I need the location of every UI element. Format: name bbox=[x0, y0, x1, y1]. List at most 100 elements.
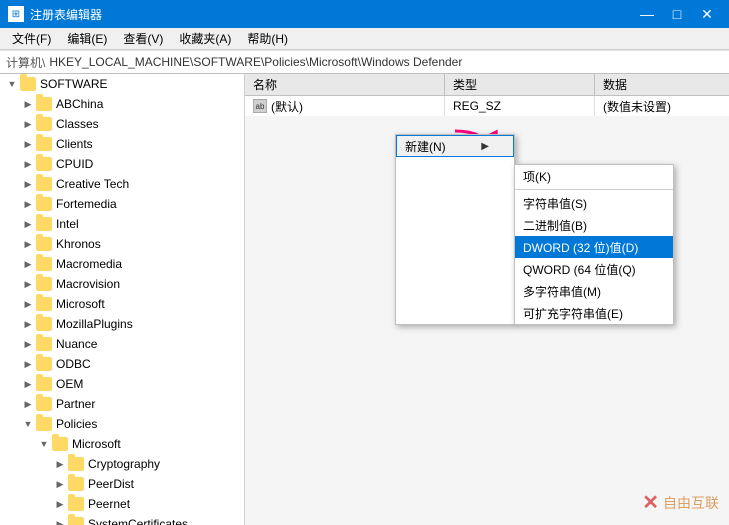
column-header-data: 数据 bbox=[595, 74, 729, 95]
tree-label: Partner bbox=[56, 397, 95, 411]
cm-item-multistring[interactable]: 多字符串值(M) bbox=[515, 280, 673, 302]
expand-icon: ▼ bbox=[4, 76, 20, 92]
tree-panel[interactable]: ▼ SOFTWARE ▶ ABChina ▶ Classes ▶ Clients… bbox=[0, 74, 245, 525]
tree-item-fortemedia[interactable]: ▶ Fortemedia bbox=[0, 194, 244, 214]
tree-item-policies[interactable]: ▼ Policies bbox=[0, 414, 244, 434]
tree-item-cryptography[interactable]: ▶ Cryptography bbox=[0, 454, 244, 474]
column-header-name: 名称 bbox=[245, 74, 445, 95]
tree-label: Policies bbox=[56, 417, 97, 431]
main-container: ▼ SOFTWARE ▶ ABChina ▶ Classes ▶ Clients… bbox=[0, 74, 729, 525]
cm-item-dword[interactable]: DWORD (32 位)值(D) bbox=[515, 236, 673, 258]
expand-icon: ▶ bbox=[52, 496, 68, 512]
tree-item-intel[interactable]: ▶ Intel bbox=[0, 214, 244, 234]
tree-label: Clients bbox=[56, 137, 93, 151]
tree-label: Macromedia bbox=[56, 257, 122, 271]
folder-icon bbox=[36, 177, 52, 191]
tree-item-microsoft[interactable]: ▶ Microsoft bbox=[0, 294, 244, 314]
tree-item-odbc[interactable]: ▶ ODBC bbox=[0, 354, 244, 374]
cm-item-qword[interactable]: QWORD (64 位值(Q) bbox=[515, 258, 673, 280]
tree-label: Cryptography bbox=[88, 457, 160, 471]
minimize-button[interactable]: — bbox=[633, 0, 661, 28]
address-path: HKEY_LOCAL_MACHINE\SOFTWARE\Policies\Mic… bbox=[49, 55, 462, 69]
cm-label: 多字符串值(M) bbox=[523, 283, 601, 300]
menu-file[interactable]: 文件(F) bbox=[4, 28, 59, 49]
menu-bar: 文件(F) 编辑(E) 查看(V) 收藏夹(A) 帮助(H) bbox=[0, 28, 729, 50]
tree-label: Khronos bbox=[56, 237, 101, 251]
cm-label: QWORD (64 位值(Q) bbox=[523, 261, 636, 278]
tree-item-khronos[interactable]: ▶ Khronos bbox=[0, 234, 244, 254]
tree-item-clients[interactable]: ▶ Clients bbox=[0, 134, 244, 154]
tree-label: SOFTWARE bbox=[40, 77, 108, 91]
cm-label: 可扩充字符串值(E) bbox=[523, 305, 623, 322]
folder-icon bbox=[36, 137, 52, 151]
tree-label: Microsoft bbox=[56, 297, 105, 311]
expand-icon: ▶ bbox=[52, 456, 68, 472]
tree-item-macrovision[interactable]: ▶ Macrovision bbox=[0, 274, 244, 294]
column-header-type: 类型 bbox=[445, 74, 595, 95]
tree-item-software[interactable]: ▼ SOFTWARE bbox=[0, 74, 244, 94]
expand-icon: ▶ bbox=[20, 236, 36, 252]
expand-icon: ▶ bbox=[20, 136, 36, 152]
expand-icon: ▶ bbox=[20, 276, 36, 292]
tree-item-classes[interactable]: ▶ Classes bbox=[0, 114, 244, 134]
folder-icon bbox=[36, 217, 52, 231]
menu-edit[interactable]: 编辑(E) bbox=[59, 28, 115, 49]
expand-icon: ▶ bbox=[20, 176, 36, 192]
expand-icon: ▶ bbox=[20, 316, 36, 332]
folder-icon bbox=[36, 417, 52, 431]
tree-label: MozillaPlugins bbox=[56, 317, 133, 331]
app-icon: ⊞ bbox=[8, 6, 24, 22]
context-menu-level1: 新建(N) ▶ bbox=[395, 134, 515, 325]
expand-icon: ▼ bbox=[36, 436, 52, 452]
expand-icon: ▶ bbox=[20, 156, 36, 172]
tree-item-nuance[interactable]: ▶ Nuance bbox=[0, 334, 244, 354]
tree-label: OEM bbox=[56, 377, 83, 391]
tree-item-macromedia[interactable]: ▶ Macromedia bbox=[0, 254, 244, 274]
table-row[interactable]: ab (默认) REG_SZ (数值未设置) bbox=[245, 96, 729, 116]
maximize-button[interactable]: □ bbox=[663, 0, 691, 28]
expand-icon: ▶ bbox=[20, 256, 36, 272]
cm-item-string[interactable]: 字符串值(S) bbox=[515, 192, 673, 214]
expand-icon: ▶ bbox=[20, 376, 36, 392]
cm-label: 二进制值(B) bbox=[523, 217, 587, 234]
folder-icon bbox=[36, 377, 52, 391]
cell-data: (数值未设置) bbox=[595, 96, 729, 116]
tree-item-peerdist[interactable]: ▶ PeerDist bbox=[0, 474, 244, 494]
tree-item-systemcerts[interactable]: ▶ SystemCertificates bbox=[0, 514, 244, 525]
folder-icon bbox=[36, 117, 52, 131]
tree-item-partner[interactable]: ▶ Partner bbox=[0, 394, 244, 414]
title-bar: ⊞ 注册表编辑器 — □ ✕ bbox=[0, 0, 729, 28]
expand-icon: ▶ bbox=[52, 476, 68, 492]
menu-view[interactable]: 查看(V) bbox=[115, 28, 171, 49]
folder-icon bbox=[36, 357, 52, 371]
context-menu-new-item[interactable]: 新建(N) ▶ bbox=[396, 135, 514, 157]
cell-name-text: (默认) bbox=[271, 98, 303, 115]
tree-item-cpuid[interactable]: ▶ CPUID bbox=[0, 154, 244, 174]
menu-help[interactable]: 帮助(H) bbox=[239, 28, 296, 49]
expand-icon: ▶ bbox=[20, 96, 36, 112]
tree-label: Nuance bbox=[56, 337, 97, 351]
tree-item-creative-tech[interactable]: ▶ Creative Tech bbox=[0, 174, 244, 194]
watermark: ✕ 自由互联 bbox=[642, 490, 719, 515]
folder-icon bbox=[36, 157, 52, 171]
close-button[interactable]: ✕ bbox=[693, 0, 721, 28]
expand-icon: ▶ bbox=[20, 296, 36, 312]
tree-item-peernet[interactable]: ▶ Peernet bbox=[0, 494, 244, 514]
folder-icon bbox=[68, 497, 84, 511]
cm-item-key[interactable]: 项(K) bbox=[515, 165, 673, 187]
cell-type: REG_SZ bbox=[445, 96, 595, 116]
cell-name: ab (默认) bbox=[245, 96, 445, 116]
cm-separator bbox=[515, 189, 673, 190]
menu-favorites[interactable]: 收藏夹(A) bbox=[171, 28, 239, 49]
cm-item-binary[interactable]: 二进制值(B) bbox=[515, 214, 673, 236]
folder-icon bbox=[36, 97, 52, 111]
cm-item-expandable[interactable]: 可扩充字符串值(E) bbox=[515, 302, 673, 324]
address-label: 计算机\ bbox=[6, 54, 45, 71]
expand-icon: ▶ bbox=[52, 516, 68, 525]
tree-item-policies-microsoft[interactable]: ▼ Microsoft bbox=[0, 434, 244, 454]
cm-label: 字符串值(S) bbox=[523, 195, 587, 212]
tree-item-mozillaplugins[interactable]: ▶ MozillaPlugins bbox=[0, 314, 244, 334]
tree-item-abchina[interactable]: ▶ ABChina bbox=[0, 94, 244, 114]
tree-label: Creative Tech bbox=[56, 177, 129, 191]
tree-item-oem[interactable]: ▶ OEM bbox=[0, 374, 244, 394]
